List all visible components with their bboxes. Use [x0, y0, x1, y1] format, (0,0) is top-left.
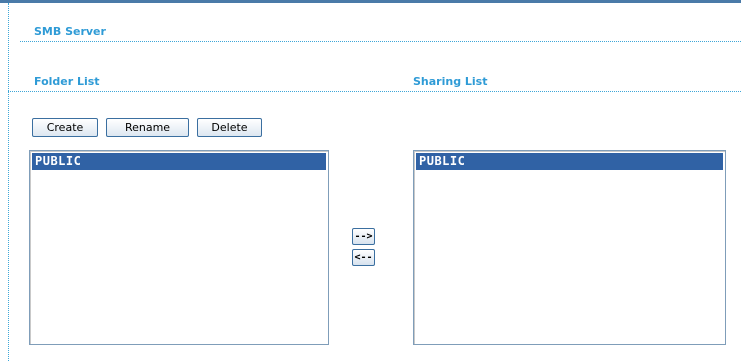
sharing-list-heading: Sharing List — [413, 75, 488, 88]
create-button[interactable]: Create — [32, 118, 98, 137]
page-title: SMB Server — [34, 25, 106, 38]
rename-button[interactable]: Rename — [106, 118, 189, 137]
sharing-listbox[interactable]: PUBLIC — [413, 150, 726, 345]
title-divider — [20, 41, 741, 42]
sharing-list-item[interactable]: PUBLIC — [416, 153, 723, 170]
header-rule — [0, 0, 741, 3]
delete-button[interactable]: Delete — [197, 118, 262, 137]
folder-listbox[interactable]: PUBLIC — [29, 150, 329, 345]
remove-from-sharing-button[interactable]: <-- — [352, 249, 375, 266]
list-divider — [8, 91, 741, 92]
folder-list-heading: Folder List — [34, 75, 100, 88]
left-border — [8, 3, 9, 361]
folder-list-item[interactable]: PUBLIC — [32, 153, 326, 170]
add-to-sharing-button[interactable]: --> — [352, 228, 375, 245]
